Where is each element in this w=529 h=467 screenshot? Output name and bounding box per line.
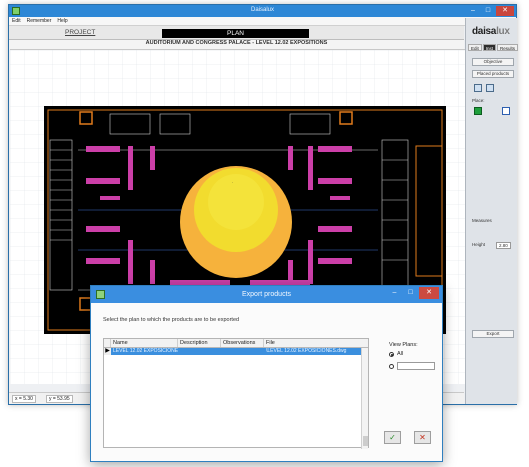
radio-all-label: All: [397, 351, 404, 357]
column-header-observations[interactable]: Observations: [221, 339, 264, 347]
measures-label: Measures: [472, 218, 492, 223]
menu-item-help[interactable]: Help: [57, 18, 67, 24]
daisalux-logo: daisalux: [472, 26, 510, 37]
dialog-minimize-button[interactable]: –: [387, 287, 402, 299]
title-bar: Daisalux – □ ✕: [9, 5, 516, 17]
window-title: Daisalux: [250, 7, 274, 13]
objective-button[interactable]: Objective: [472, 58, 514, 66]
menu-item-remember[interactable]: Remember: [27, 18, 52, 24]
row-name: LEVEL 12.02 EXPOSICIONES: [113, 348, 178, 354]
export-products-dialog: Export products – □ ✕ Select the plan to…: [90, 285, 443, 462]
height-label: Height: [472, 242, 486, 247]
scrollbar-thumb[interactable]: [363, 436, 368, 446]
placed-products-button[interactable]: Placed products: [472, 70, 514, 78]
side-panel: daisalux Edit Inst Results Objective Pla…: [465, 18, 519, 404]
svg-text:·: ·: [232, 180, 233, 185]
plans-table: Name Description Observations File ▶ LEV…: [103, 338, 369, 449]
x-coordinate-readout: x = 5.30: [12, 394, 36, 403]
tab-results[interactable]: Results: [497, 44, 519, 51]
column-header-file[interactable]: File: [264, 339, 362, 347]
view-tabs: PROJECT PLAN: [9, 26, 464, 40]
height-input[interactable]: 2.80: [496, 242, 511, 249]
tab-project[interactable]: PROJECT: [65, 29, 95, 36]
column-header-name[interactable]: Name: [111, 339, 178, 347]
radio-filter[interactable]: [389, 363, 394, 369]
dialog-close-button[interactable]: ✕: [419, 287, 439, 299]
maximize-button[interactable]: □: [481, 6, 495, 16]
table-scrollbar[interactable]: [361, 348, 368, 449]
dialog-instruction: Select the plan to which the products ar…: [103, 317, 240, 323]
row-selector-icon: ▶: [104, 348, 111, 355]
dialog-maximize-button[interactable]: □: [403, 287, 418, 299]
box-icon[interactable]: [502, 107, 510, 115]
dialog-title-bar: Export products – □ ✕: [91, 286, 442, 303]
view-plans-label: View Plans:: [389, 342, 418, 348]
zoom-out-icon[interactable]: [486, 84, 494, 92]
tab-plan[interactable]: PLAN: [162, 29, 309, 38]
menu-item-edit[interactable]: Edit: [12, 18, 21, 24]
minimize-button[interactable]: –: [466, 6, 480, 16]
y-coordinate-readout: y = 53.95: [45, 394, 73, 403]
luminaire-icon[interactable]: [474, 107, 482, 115]
row-description: [178, 348, 221, 355]
place-label: Place:: [472, 98, 485, 103]
tab-edit[interactable]: Edit: [468, 44, 482, 51]
close-button[interactable]: ✕: [496, 6, 514, 16]
radio-all[interactable]: [389, 351, 394, 357]
export-button[interactable]: Export: [472, 330, 514, 338]
row-file: \LEVEL 12.02 EXPOSICIONES.dwg: [266, 348, 347, 354]
radio-all-row: All: [389, 351, 403, 357]
cancel-button[interactable]: ✕: [414, 431, 431, 444]
radio-filter-row: [389, 362, 435, 370]
zoom-in-icon[interactable]: [474, 84, 482, 92]
side-tabs: Edit Inst Results: [468, 44, 519, 51]
table-row[interactable]: ▶ LEVEL 12.02 EXPOSICIONES \LEVEL 12.02 …: [104, 348, 368, 355]
menu-bar: Edit Remember Help: [9, 17, 516, 26]
row-observations: [221, 348, 264, 355]
drawing-title: AUDITORIUM AND CONGRESS PALACE - LEVEL 1…: [9, 40, 464, 49]
plan-filter-input[interactable]: [397, 362, 435, 370]
ok-button[interactable]: ✓: [384, 431, 401, 444]
column-header-description[interactable]: Description: [178, 339, 221, 347]
tab-inst[interactable]: Inst: [482, 44, 497, 51]
table-header: Name Description Observations File: [104, 339, 368, 348]
